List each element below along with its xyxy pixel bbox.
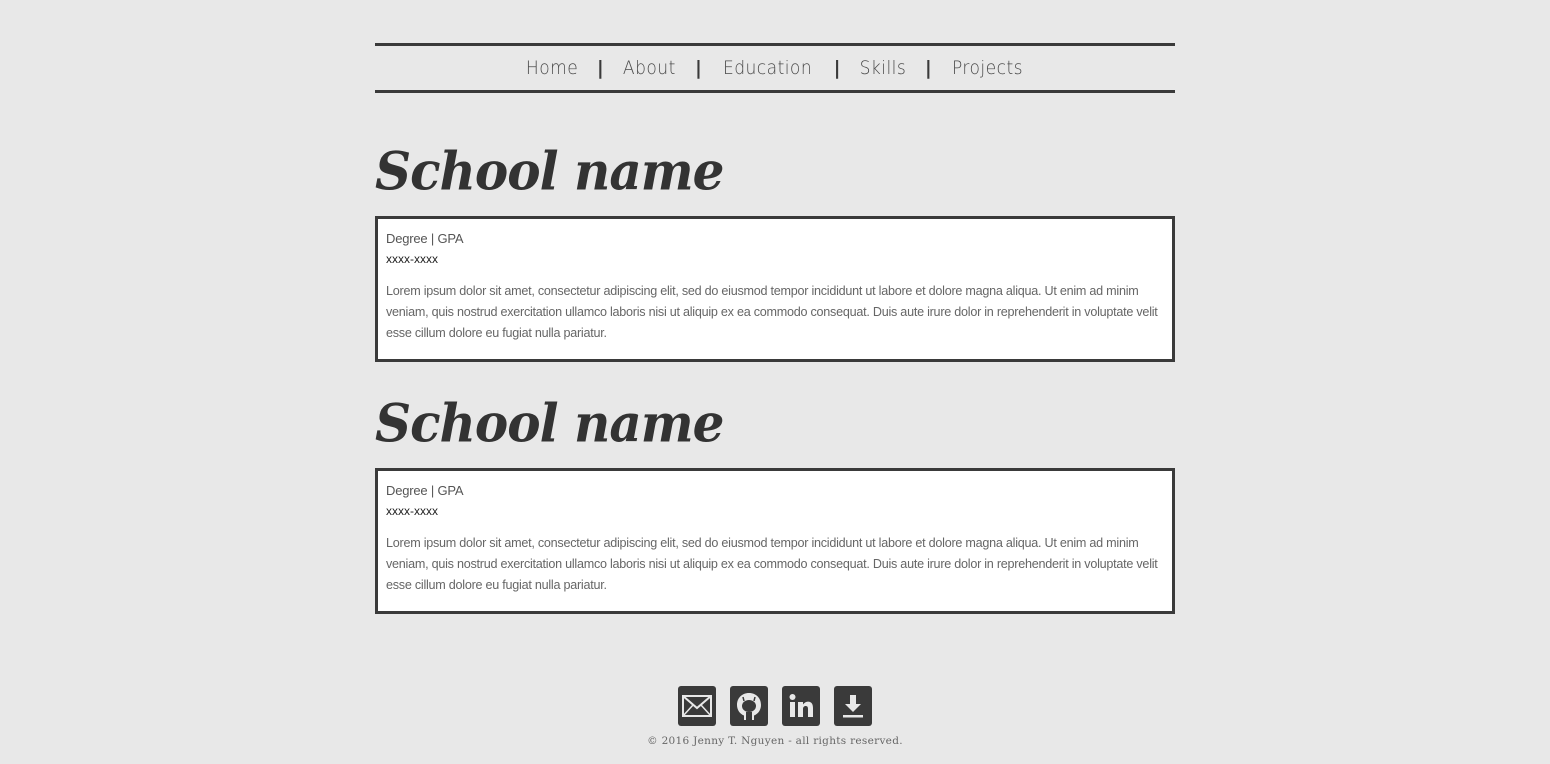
mail-icon[interactable]: [678, 686, 716, 726]
degree-gpa: Degree | GPA: [386, 231, 464, 246]
main-nav: Home | About | Education | Skills | Proj…: [375, 43, 1175, 93]
github-icon[interactable]: [730, 686, 768, 726]
nav-home[interactable]: Home: [526, 57, 578, 79]
school-title: School name: [375, 140, 724, 203]
education-card: Degree | GPA xxxx-xxxx Lorem ipsum dolor…: [375, 216, 1175, 362]
education-card: Degree | GPA xxxx-xxxx Lorem ipsum dolor…: [375, 468, 1175, 614]
years: xxxx-xxxx: [386, 252, 438, 266]
page-container: Home | About | Education | Skills | Proj…: [375, 43, 1175, 614]
years: xxxx-xxxx: [386, 504, 438, 518]
nav-separator: |: [695, 57, 703, 79]
nav-projects[interactable]: Projects: [952, 57, 1023, 79]
degree-gpa: Degree | GPA: [386, 483, 464, 498]
description: Lorem ipsum dolor sit amet, consectetur …: [386, 284, 1158, 340]
nav-education[interactable]: Education: [723, 57, 812, 79]
footer: © 2016 Jenny T. Nguyen - all rights rese…: [0, 686, 1550, 747]
download-icon[interactable]: [834, 686, 872, 726]
nav-about[interactable]: About: [623, 57, 676, 79]
nav-separator: |: [924, 57, 933, 79]
nav-separator: |: [596, 57, 605, 79]
school-title: School name: [375, 392, 724, 455]
copyright: © 2016 Jenny T. Nguyen - all rights rese…: [647, 735, 903, 747]
nav-separator: |: [833, 57, 842, 79]
linkedin-icon[interactable]: [782, 686, 820, 726]
social-icons: [0, 686, 1550, 726]
description: Lorem ipsum dolor sit amet, consectetur …: [386, 536, 1158, 592]
nav-skills[interactable]: Skills: [860, 57, 907, 79]
